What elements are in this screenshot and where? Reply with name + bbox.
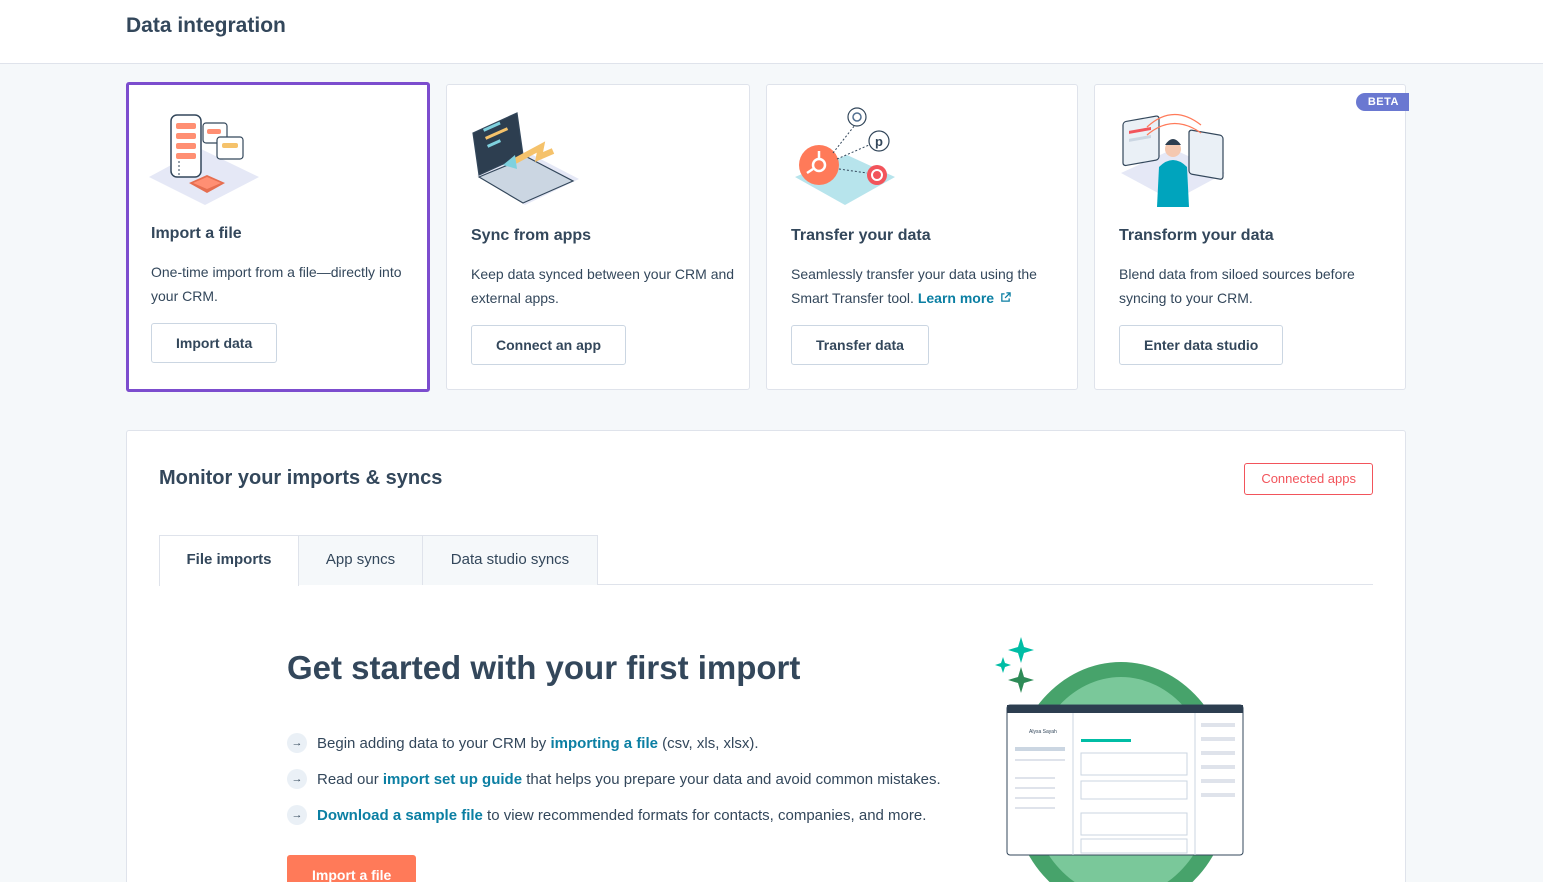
transfer-data-button[interactable]: Transfer data bbox=[791, 325, 929, 365]
arrow-right-icon: → bbox=[287, 805, 307, 825]
item-text: Begin adding data to your CRM by bbox=[317, 734, 547, 752]
list-item: → Read our import set up guide that help… bbox=[287, 761, 941, 797]
svg-text:p: p bbox=[875, 134, 883, 149]
connected-apps-button[interactable]: Connected apps bbox=[1244, 463, 1373, 495]
item-text: that helps you prepare your data and avo… bbox=[522, 770, 941, 788]
card-description: One-time import from a file—directly int… bbox=[151, 264, 402, 304]
external-link-icon bbox=[1001, 292, 1011, 302]
tab-data-studio-syncs[interactable]: Data studio syncs bbox=[422, 535, 598, 585]
card-description: Keep data synced between your CRM and ex… bbox=[471, 266, 735, 306]
learn-more-label: Learn more bbox=[917, 290, 995, 306]
card-title: Transfer your data bbox=[791, 227, 931, 244]
learn-more-link[interactable]: Learn more bbox=[918, 290, 1011, 306]
card-sync-apps[interactable]: Sync from apps Keep data synced between … bbox=[446, 84, 750, 390]
importing-a-file-link[interactable]: importing a file bbox=[550, 735, 658, 752]
beta-badge: BETA bbox=[1355, 93, 1409, 111]
import-file-illustration bbox=[149, 114, 259, 205]
list-item: → Begin adding data to your CRM by impor… bbox=[287, 725, 941, 761]
card-transform-data[interactable]: BETA Transform your data Blend data from… bbox=[1094, 84, 1409, 390]
download-sample-file-link[interactable]: Download a sample file bbox=[317, 807, 483, 824]
connect-app-button[interactable]: Connect an app bbox=[471, 325, 627, 365]
import-setup-guide-link[interactable]: import set up guide bbox=[383, 771, 522, 788]
tab-app-syncs[interactable]: App syncs bbox=[298, 535, 423, 585]
sync-apps-illustration bbox=[472, 112, 579, 205]
item-text: (csv, xls, xlsx). bbox=[658, 734, 759, 752]
card-title: Import a file bbox=[151, 225, 242, 242]
tab-bar: File imports App syncs Data studio syncs bbox=[159, 535, 1373, 586]
get-started-list: → Begin adding data to your CRM by impor… bbox=[287, 725, 941, 833]
arrow-right-icon: → bbox=[287, 769, 307, 789]
arrow-right-icon: → bbox=[287, 733, 307, 753]
card-import-file[interactable]: Import a file One-time import from a fil… bbox=[126, 82, 430, 392]
page-title: Data integration bbox=[126, 14, 286, 37]
crm-preview-illustration: Alysa Sayah bbox=[995, 637, 1244, 882]
card-title: Transform your data bbox=[1119, 227, 1274, 244]
hero-contact-name: Alysa Sayah bbox=[1029, 729, 1057, 735]
item-text: to view recommended formats for contacts… bbox=[482, 806, 927, 824]
sparkle-icon bbox=[995, 637, 1034, 693]
card-transfer-data[interactable]: p Transfer your data Seamlessly transfer… bbox=[766, 84, 1078, 390]
card-description: Blend data from siloed sources before sy… bbox=[1119, 266, 1355, 306]
enter-data-studio-button[interactable]: Enter data studio bbox=[1119, 325, 1284, 365]
tab-file-imports[interactable]: File imports bbox=[159, 535, 299, 586]
get-started-title: Get started with your first import bbox=[287, 649, 801, 686]
import-data-button[interactable]: Import data bbox=[151, 323, 278, 363]
section-title: Monitor your imports & syncs bbox=[159, 467, 443, 489]
top-bar: Data integration bbox=[0, 0, 1543, 64]
import-a-file-button[interactable]: Import a file bbox=[287, 855, 417, 882]
monitor-section: Monitor your imports & syncs Connected a… bbox=[126, 430, 1406, 882]
transform-data-illustration bbox=[1121, 113, 1225, 207]
transfer-data-illustration: p bbox=[795, 107, 895, 205]
item-text: Read our bbox=[317, 770, 383, 788]
card-description: Seamlessly transfer your data using the … bbox=[791, 262, 1063, 310]
list-item: → Download a sample file to view recomme… bbox=[287, 797, 941, 833]
card-title: Sync from apps bbox=[471, 227, 592, 244]
